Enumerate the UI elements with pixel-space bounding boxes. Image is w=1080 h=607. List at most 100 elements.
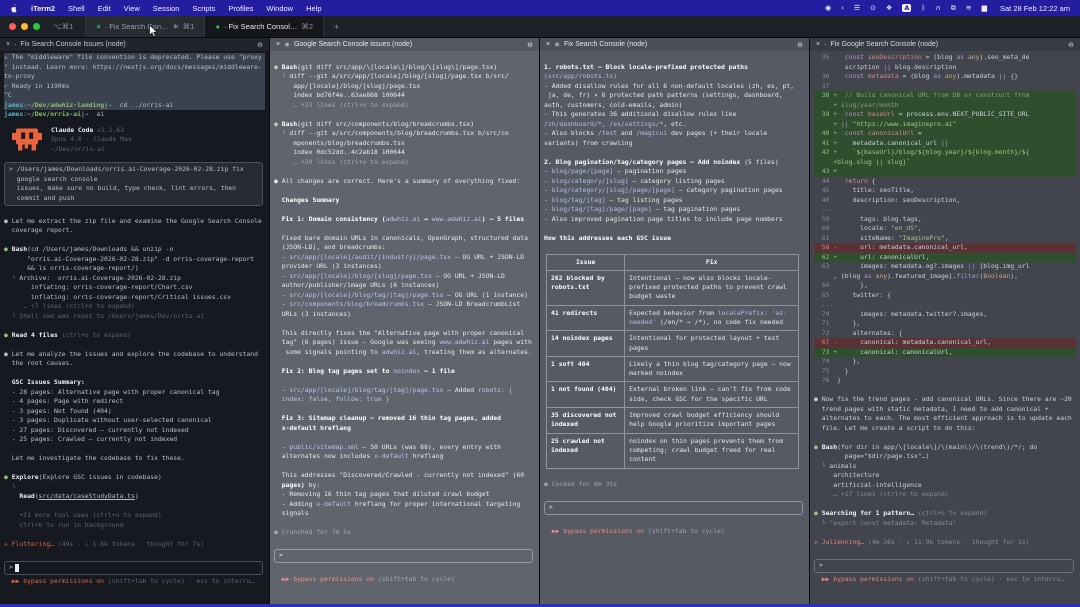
terminal-line: This addresses "Discovered/Crawled - cur… bbox=[274, 471, 535, 481]
wechat-icon[interactable]: ❖ bbox=[886, 4, 892, 12]
fix-cell: Expected behavior from localePrefix: 'as… bbox=[625, 305, 799, 331]
terminal-line: 72 alternates: { bbox=[814, 329, 1076, 339]
screen-mirroring-icon[interactable]: ⧉ bbox=[951, 4, 956, 13]
terminal-line: GSC Issues Summary: bbox=[4, 378, 265, 388]
headphones-icon[interactable]: ∩ bbox=[936, 4, 941, 12]
menu-item-session[interactable]: Session bbox=[153, 4, 180, 13]
terminal-line: 43 + bbox=[814, 167, 1076, 177]
terminal-line: james:~/Dev/orris-ai|→ ai bbox=[4, 110, 265, 120]
terminal-line: ⚠ The "middleware" file convention is de… bbox=[4, 53, 265, 63]
terminal-line: └ Archive: orris.ai-Coverage-2026-02-28.… bbox=[4, 274, 265, 284]
tab-1[interactable]: ×· Fix Search Con…✳⌘1 bbox=[85, 16, 204, 37]
fix-cell: Improved crawl budget efficiency should … bbox=[625, 408, 799, 434]
terminal-line: index bd76f4e..63ae868 100644 bbox=[274, 91, 535, 101]
user-prompt-line: > /Users/james/Downloads/orris.ai-Covera… bbox=[9, 165, 258, 175]
terminal-line: 75 } bbox=[814, 367, 1076, 377]
terminal-line: └ "export const metadata: Metadata" bbox=[814, 519, 1076, 529]
menu-item-help[interactable]: Help bbox=[306, 4, 321, 13]
terminal-line: ● Explore(Explore GSC issues in codebase… bbox=[4, 473, 265, 483]
table-row: 41 redirectsExpected behavior from local… bbox=[547, 305, 799, 331]
menu-item-window[interactable]: Window bbox=[266, 4, 293, 13]
terminal-line: └ animals bbox=[814, 462, 1076, 472]
menu-bar-clock[interactable]: Sat 28 Feb 12:22 am bbox=[1000, 4, 1070, 13]
bluetooth-icon[interactable]: ᛒ bbox=[921, 4, 925, 12]
wifi-icon[interactable]: ≋ bbox=[966, 4, 972, 12]
terminal-line: && ls orris-coverage-report/) bbox=[4, 264, 265, 274]
pane-terminal[interactable]: ● Bash(git diff src/app/\[locale\]/blog/… bbox=[270, 51, 539, 604]
menu-item-iterm2[interactable]: iTerm2 bbox=[31, 4, 55, 13]
terminal-line: "orris.ai-Coverage-2026-02-28.zip" -d or… bbox=[4, 255, 265, 265]
menu-item-shell[interactable]: Shell bbox=[68, 4, 85, 13]
mouse-cursor bbox=[148, 24, 158, 40]
menu-item-profiles[interactable]: Profiles bbox=[228, 4, 253, 13]
terminal-line: 67 - canonical: metadata.canonical_url, bbox=[814, 338, 1076, 348]
record-status-icon[interactable]: ◉ bbox=[825, 4, 831, 12]
terminal-line: 38 + // Build canonical URL from DB or c… bbox=[814, 91, 1076, 101]
pane-minimize-icon[interactable]: ⊖ bbox=[527, 41, 533, 49]
terminal-line: (src/app/robots.ts) bbox=[544, 72, 805, 82]
menu-item-scripts[interactable]: Scripts bbox=[192, 4, 215, 13]
blank-line bbox=[274, 53, 535, 63]
tab-2[interactable]: ●· Fix Search Consol…⌘2 bbox=[204, 16, 324, 37]
terminal-line: +blog.slug || slug}` bbox=[814, 158, 1076, 168]
pane-close-icon[interactable]: × bbox=[816, 41, 820, 48]
terminal-line: └ Shell cwd was reset to /Users/james/De… bbox=[4, 312, 265, 322]
terminal-line: └ diff --git a/src/components/blog/bread… bbox=[274, 129, 535, 139]
menu-bar: iTerm2 Shell Edit View Session Scripts Profile… bbox=[0, 0, 1080, 16]
minimize-window-button[interactable] bbox=[21, 23, 28, 30]
pane-minimize-icon[interactable]: ⊖ bbox=[797, 41, 803, 49]
pane-terminal[interactable]: 1. robots.txt — Block locale-prefixed pr… bbox=[540, 51, 809, 604]
terminal-line: the root causes. bbox=[4, 359, 265, 369]
tab-close-icon[interactable]: × bbox=[96, 22, 100, 31]
terminal-line: ● Bash(git diff src/components/blog/brea… bbox=[274, 120, 535, 130]
terminal-line: - Adding x-default hreflang for proper i… bbox=[274, 500, 535, 510]
pane-status-icon: ✳ bbox=[284, 41, 290, 49]
zoom-window-button[interactable] bbox=[33, 23, 40, 30]
pane-close-icon[interactable]: × bbox=[6, 41, 10, 48]
battery-icon[interactable]: ▆ bbox=[982, 4, 987, 12]
terminal-line: └ diff --git a/src/app/[locale]/blog/[sl… bbox=[274, 72, 535, 82]
play-circle-icon[interactable]: ⊙ bbox=[870, 4, 876, 12]
menu-item-edit[interactable]: Edit bbox=[98, 4, 111, 13]
pane-terminal[interactable]: 35 const seoDescription = (blog as any).… bbox=[810, 51, 1080, 604]
table-row: 262 blocked by robots.txtIntentional — n… bbox=[547, 270, 799, 305]
input-source-icon[interactable]: A bbox=[902, 4, 911, 12]
fix-cell: noindex on thin pages prevents them from… bbox=[625, 433, 799, 468]
terminal-line: URLs (3 instances) bbox=[274, 310, 535, 320]
new-tab-button[interactable]: + bbox=[324, 16, 349, 37]
terminal-line: - blog/tag/[tag] — tag listing pages bbox=[544, 196, 805, 206]
apple-menu-icon[interactable] bbox=[10, 4, 18, 13]
terminal-line: 59 tags: blog.tags, bbox=[814, 215, 1076, 225]
prompt-input[interactable]: > bbox=[274, 549, 533, 563]
terminal-line: - Also blocks /test and /magicui dev pag… bbox=[544, 129, 805, 139]
pane-close-icon[interactable]: × bbox=[546, 41, 550, 48]
blank-line bbox=[4, 530, 265, 540]
pane-terminal[interactable]: ⚠ The "middleware" file convention is de… bbox=[0, 51, 269, 604]
blank-line bbox=[814, 386, 1076, 396]
prompt-input[interactable]: > bbox=[4, 561, 263, 575]
blank-line bbox=[4, 321, 265, 331]
pane-minimize-icon[interactable]: ⊖ bbox=[1068, 41, 1074, 49]
back-arrow-icon[interactable]: ‹ bbox=[841, 4, 844, 12]
terminal-line: … +23 lines (ctrl+o to expand) bbox=[274, 101, 535, 111]
pane-title: Fix Search Console Issues (node) bbox=[20, 41, 125, 48]
terminal-line: author/publisher/image URLs (6 instances… bbox=[274, 281, 535, 291]
prompt-input[interactable]: > bbox=[544, 501, 803, 515]
pane-close-icon[interactable]: × bbox=[276, 41, 280, 48]
terminal-line: - blog/category/[slug] — category listin… bbox=[544, 177, 805, 187]
stage-manager-icon[interactable]: ☰ bbox=[854, 4, 860, 12]
terminal-line: 63 images: metadata.og?.images || [blog.… bbox=[814, 262, 1076, 272]
gsc-issue-table: IssueFix262 blocked by robots.txtIntenti… bbox=[546, 254, 799, 469]
terminal-line: 74 }, bbox=[814, 357, 1076, 367]
terminal-line: 64 }, bbox=[814, 281, 1076, 291]
menu-item-view[interactable]: View bbox=[124, 4, 140, 13]
issue-cell: 25 crawled not indexed bbox=[547, 433, 625, 468]
close-window-button[interactable] bbox=[9, 23, 16, 30]
pane-minimize-icon[interactable]: ⊖ bbox=[257, 41, 263, 49]
terminal-line: Read(src/data/caseStudyData.ts) bbox=[4, 492, 265, 502]
terminal-line: 37 bbox=[814, 82, 1076, 92]
prompt-input[interactable]: > bbox=[814, 559, 1074, 573]
terminal-line: alternates to each. The most efficient a… bbox=[814, 414, 1076, 424]
terminal-line: ▶▶ bypass permissions on (shift+tab to c… bbox=[544, 527, 805, 537]
terminal-line: ctrl+b to run in background bbox=[4, 521, 265, 531]
